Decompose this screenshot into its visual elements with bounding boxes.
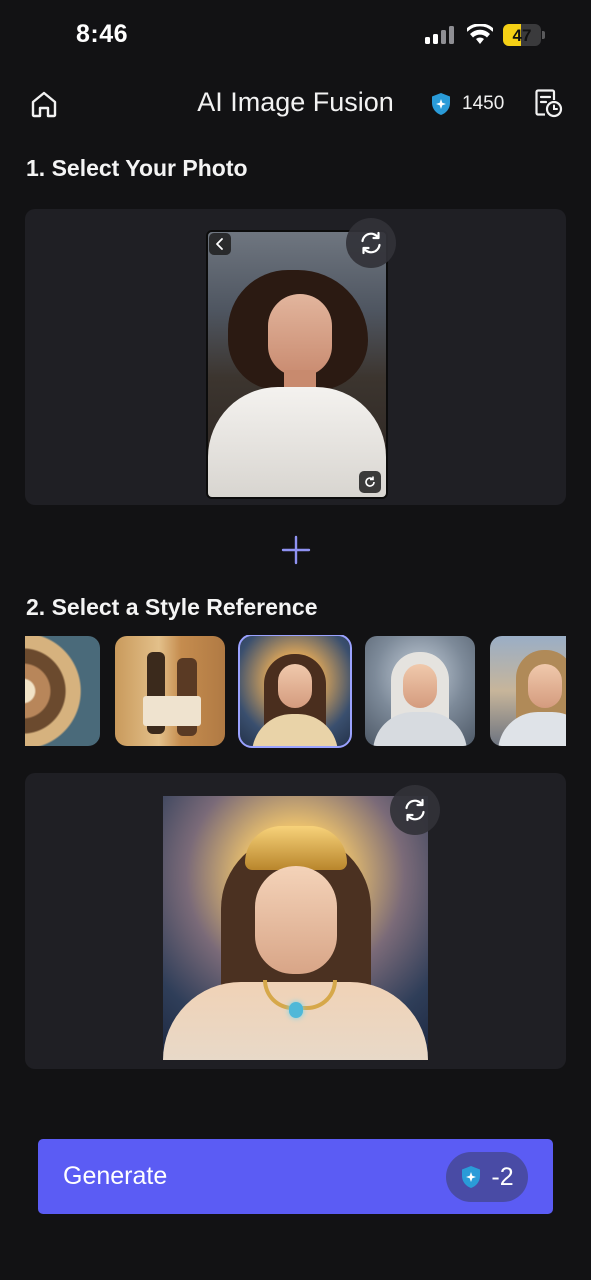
plus-icon (281, 535, 311, 565)
refresh-icon (405, 798, 425, 822)
generate-cost: -2 (491, 1162, 514, 1191)
style-preview-image (163, 796, 428, 1060)
credit-shield-icon (432, 93, 450, 115)
style-reference-list[interactable] (25, 635, 566, 748)
replace-photo-button[interactable] (346, 218, 396, 268)
credits-value: 1450 (462, 93, 505, 114)
credit-shield-icon (462, 1166, 481, 1188)
section-title-photo: 1. Select Your Photo (26, 155, 248, 181)
back-icon[interactable] (209, 233, 231, 255)
style-egyptian[interactable] (115, 636, 225, 746)
section-title-style: 2. Select a Style Reference (26, 594, 318, 620)
wifi-icon (467, 24, 493, 44)
style-goddess[interactable] (238, 635, 352, 748)
history-icon[interactable] (533, 88, 563, 118)
style-silver-knight[interactable] (365, 636, 475, 746)
rotate-icon[interactable] (359, 471, 381, 493)
generate-label: Generate (63, 1162, 168, 1190)
style-dome[interactable] (25, 636, 100, 746)
battery-cap (542, 31, 545, 39)
cellular-signal-icon (425, 26, 457, 44)
battery-indicator: 47 (503, 24, 541, 46)
generate-cost-badge: -2 (446, 1152, 528, 1202)
replace-style-button[interactable] (390, 785, 440, 835)
battery-level: 47 (512, 26, 532, 45)
generate-button[interactable]: Generate -2 (38, 1139, 553, 1214)
status-time: 8:46 (76, 20, 129, 48)
refresh-icon (361, 231, 381, 255)
credits-counter[interactable]: 1450 (430, 91, 504, 117)
style-warrior[interactable] (490, 636, 566, 746)
page-title-text: AI Image Fusion (197, 87, 394, 117)
user-photo[interactable] (206, 230, 388, 499)
